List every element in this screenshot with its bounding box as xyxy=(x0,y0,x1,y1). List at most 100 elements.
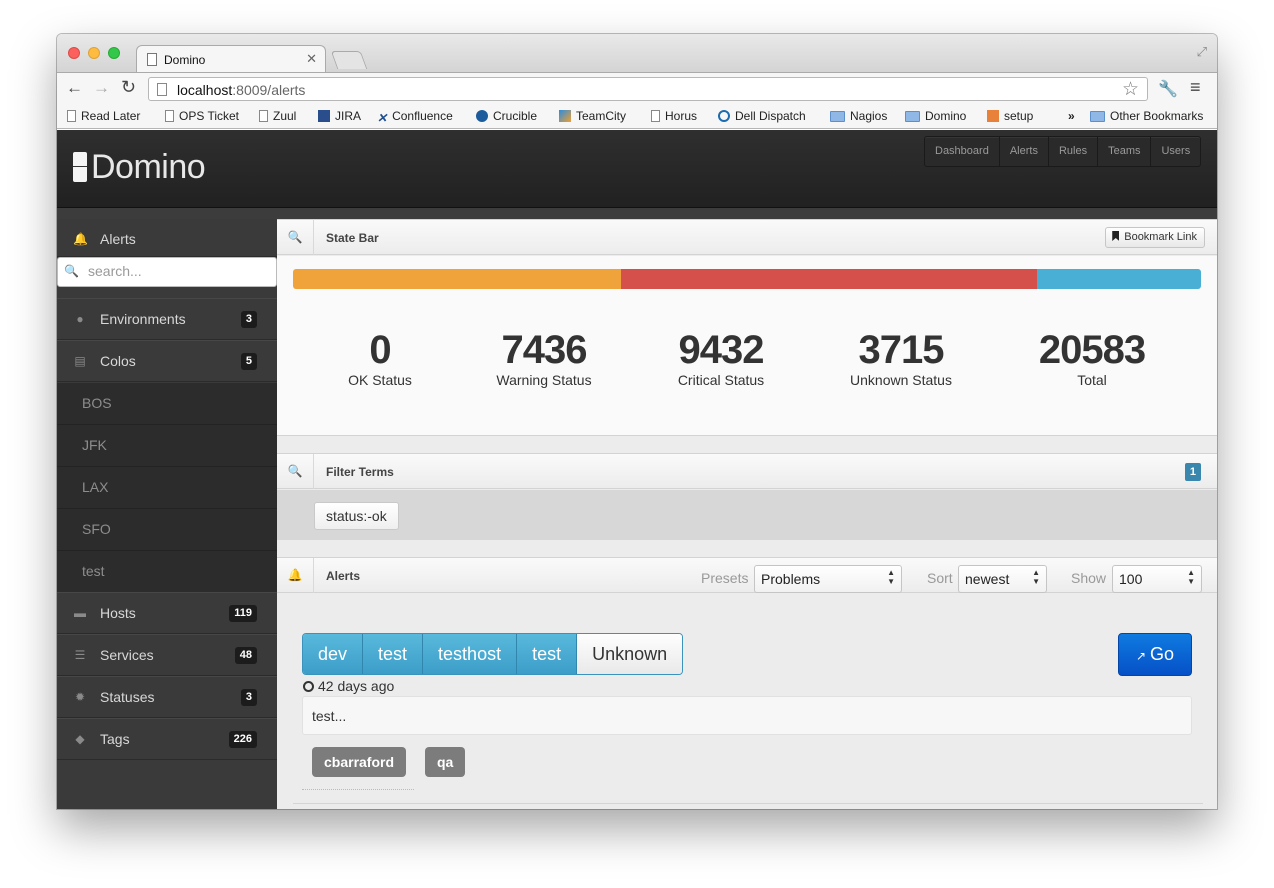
search-input[interactable] xyxy=(88,263,268,279)
filter-count-badge: 1 xyxy=(1184,463,1201,481)
bookmark-link-button[interactable]: Bookmark Link xyxy=(1105,227,1205,248)
select-arrows-icon: ▲ ▼ xyxy=(887,568,895,586)
fullscreen-icon[interactable]: ⤢ xyxy=(1197,44,1207,60)
status-progress-bar xyxy=(293,269,1201,289)
nav-rules[interactable]: Rules xyxy=(1049,137,1099,166)
url-text[interactable]: localhost:8009/alerts xyxy=(177,82,305,98)
star-icon[interactable]: ☆ xyxy=(1122,78,1139,101)
crumb-host[interactable]: testhost xyxy=(423,634,518,674)
app-header: Domino Dashboard Alerts Rules Teams User… xyxy=(57,130,1217,208)
state-bar-header: 🔍 State Bar Bookmark Link xyxy=(277,219,1217,255)
search-icon[interactable]: 🔍 xyxy=(277,220,314,255)
address-bar[interactable]: localhost:8009/alerts ☆ xyxy=(148,77,1148,101)
external-link-icon: ↗ xyxy=(1135,649,1147,663)
back-arrow-icon[interactable]: ← xyxy=(66,79,83,96)
reload-icon[interactable]: ↻ xyxy=(121,78,136,96)
forward-arrow-icon[interactable]: → xyxy=(93,79,110,96)
bookmarks-overflow-chevron[interactable]: » xyxy=(1068,109,1075,123)
crucible-icon xyxy=(476,110,488,122)
folder-icon xyxy=(905,111,920,122)
crumb-environment[interactable]: dev xyxy=(303,634,364,674)
bookmark-crucible[interactable]: Crucible xyxy=(476,109,537,123)
sidebar-item-environments[interactable]: ● Environments 3 xyxy=(57,298,277,340)
nav-alerts[interactable]: Alerts xyxy=(1000,137,1049,166)
wrench-icon[interactable]: 🔧 xyxy=(1158,79,1178,99)
minimize-window-button[interactable] xyxy=(88,47,100,59)
bookmark-read-later[interactable]: Read Later xyxy=(67,109,140,123)
crumb-service[interactable]: test xyxy=(517,634,578,674)
sort-select[interactable]: newest ▲ ▼ xyxy=(958,565,1047,593)
folder-icon xyxy=(1090,111,1105,122)
filter-term-chip[interactable]: status:-ok xyxy=(314,502,399,530)
nav-users[interactable]: Users xyxy=(1151,137,1200,166)
nav-dashboard[interactable]: Dashboard xyxy=(925,137,1000,166)
bookmark-icon xyxy=(1112,231,1120,241)
sidebar-colo-lax[interactable]: LAX xyxy=(57,467,277,509)
bookmarks-bar: Read Later OPS Ticket Zuul JIRA ✕ Conflue… xyxy=(57,104,1217,129)
tags-icon: ◆ xyxy=(75,732,85,746)
tab-title: Domino xyxy=(164,53,206,67)
alert-tag[interactable]: qa xyxy=(425,747,466,777)
sidebar-item-alerts[interactable]: 🔔 Alerts xyxy=(57,219,277,257)
globe-icon: ● xyxy=(76,312,84,326)
close-window-button[interactable] xyxy=(68,47,80,59)
sidebar-colo-sfo[interactable]: SFO xyxy=(57,509,277,551)
filter-terms-body: status:-ok xyxy=(277,490,1217,540)
zoom-window-button[interactable] xyxy=(108,47,120,59)
new-tab-button[interactable] xyxy=(330,51,368,69)
bell-icon: 🔔 xyxy=(277,558,314,593)
stat-warning[interactable]: 7436 Warning Status xyxy=(444,327,644,388)
sidebar-item-statuses[interactable]: ✹ Statuses 3 xyxy=(57,676,277,718)
show-select[interactable]: 100 ▲ ▼ xyxy=(1112,565,1202,593)
sidebar-colo-jfk[interactable]: JFK xyxy=(57,425,277,467)
menu-icon[interactable]: ≡ xyxy=(1190,77,1201,98)
app-logo[interactable]: Domino xyxy=(73,148,206,187)
sidebar-item-colos[interactable]: ▤ Colos 5 xyxy=(57,340,277,382)
bookmark-domino[interactable]: Domino xyxy=(905,109,966,123)
state-bar-body: 0 OK Status 7436 Warning Status 9432 Cri… xyxy=(277,256,1217,436)
sidebar-item-hosts[interactable]: ▬ Hosts 119 xyxy=(57,592,277,634)
bookmark-jira[interactable]: JIRA xyxy=(318,109,361,123)
alert-tag[interactable]: cbarraford xyxy=(312,747,407,777)
sidebar-colo-bos[interactable]: BOS xyxy=(57,383,277,425)
browser-window: Domino ✕ ⤢ ← → ↻ localhost:8009/alerts ☆… xyxy=(57,34,1217,809)
tab-close-icon[interactable]: ✕ xyxy=(306,51,317,67)
nav-teams[interactable]: Teams xyxy=(1098,137,1152,166)
clock-icon xyxy=(303,681,314,692)
alerts-header: 🔔 Alerts Presets Problems ▲ ▼ Sort newest… xyxy=(277,557,1217,593)
divider xyxy=(293,803,1203,804)
document-icon xyxy=(651,110,660,122)
title-bar: Domino ✕ ⤢ xyxy=(57,34,1217,73)
state-segment-critical xyxy=(621,269,1038,289)
cog-icon: ✹ xyxy=(74,690,86,704)
bookmark-teamcity[interactable]: TeamCity xyxy=(559,109,626,123)
stat-unknown[interactable]: 3715 Unknown Status xyxy=(801,327,1001,388)
bookmark-confluence[interactable]: ✕ Confluence xyxy=(377,109,453,125)
sidebar-item-tags[interactable]: ◆ Tags 226 xyxy=(57,718,277,760)
bookmark-dell-dispatch[interactable]: Dell Dispatch xyxy=(718,109,806,123)
bookmark-zuul[interactable]: Zuul xyxy=(259,109,296,123)
search-icon: 🔍 xyxy=(64,264,79,278)
crumb-colo[interactable]: test xyxy=(363,634,424,674)
domino-icon xyxy=(73,152,87,182)
state-segment-unknown xyxy=(1037,269,1201,289)
main-content: 🔍 State Bar Bookmark Link 0 OK Status 74… xyxy=(277,219,1217,809)
bookmark-setup[interactable]: setup xyxy=(987,109,1033,123)
teamcity-icon xyxy=(559,110,571,122)
bookmark-nagios[interactable]: Nagios xyxy=(830,109,887,123)
alert-age: 42 days ago xyxy=(303,678,394,694)
go-button[interactable]: ↗ Go xyxy=(1118,633,1192,676)
bookmark-horus[interactable]: Horus xyxy=(651,109,697,123)
list-icon: ▤ xyxy=(74,354,86,368)
bell-icon: 🔔 xyxy=(73,232,88,246)
sidebar-colo-test[interactable]: test xyxy=(57,551,277,593)
stat-critical[interactable]: 9432 Critical Status xyxy=(621,327,821,388)
show-label: Show xyxy=(1071,570,1107,586)
sidebar-search[interactable]: 🔍 xyxy=(57,257,277,287)
browser-tab[interactable]: Domino ✕ xyxy=(136,45,326,73)
other-bookmarks[interactable]: Other Bookmarks xyxy=(1090,109,1203,123)
presets-select[interactable]: Problems ▲ ▼ xyxy=(754,565,902,593)
search-icon[interactable]: 🔍 xyxy=(277,454,314,489)
sidebar-item-services[interactable]: ☰ Services 48 xyxy=(57,634,277,676)
bookmark-ops-ticket[interactable]: OPS Ticket xyxy=(165,109,239,123)
